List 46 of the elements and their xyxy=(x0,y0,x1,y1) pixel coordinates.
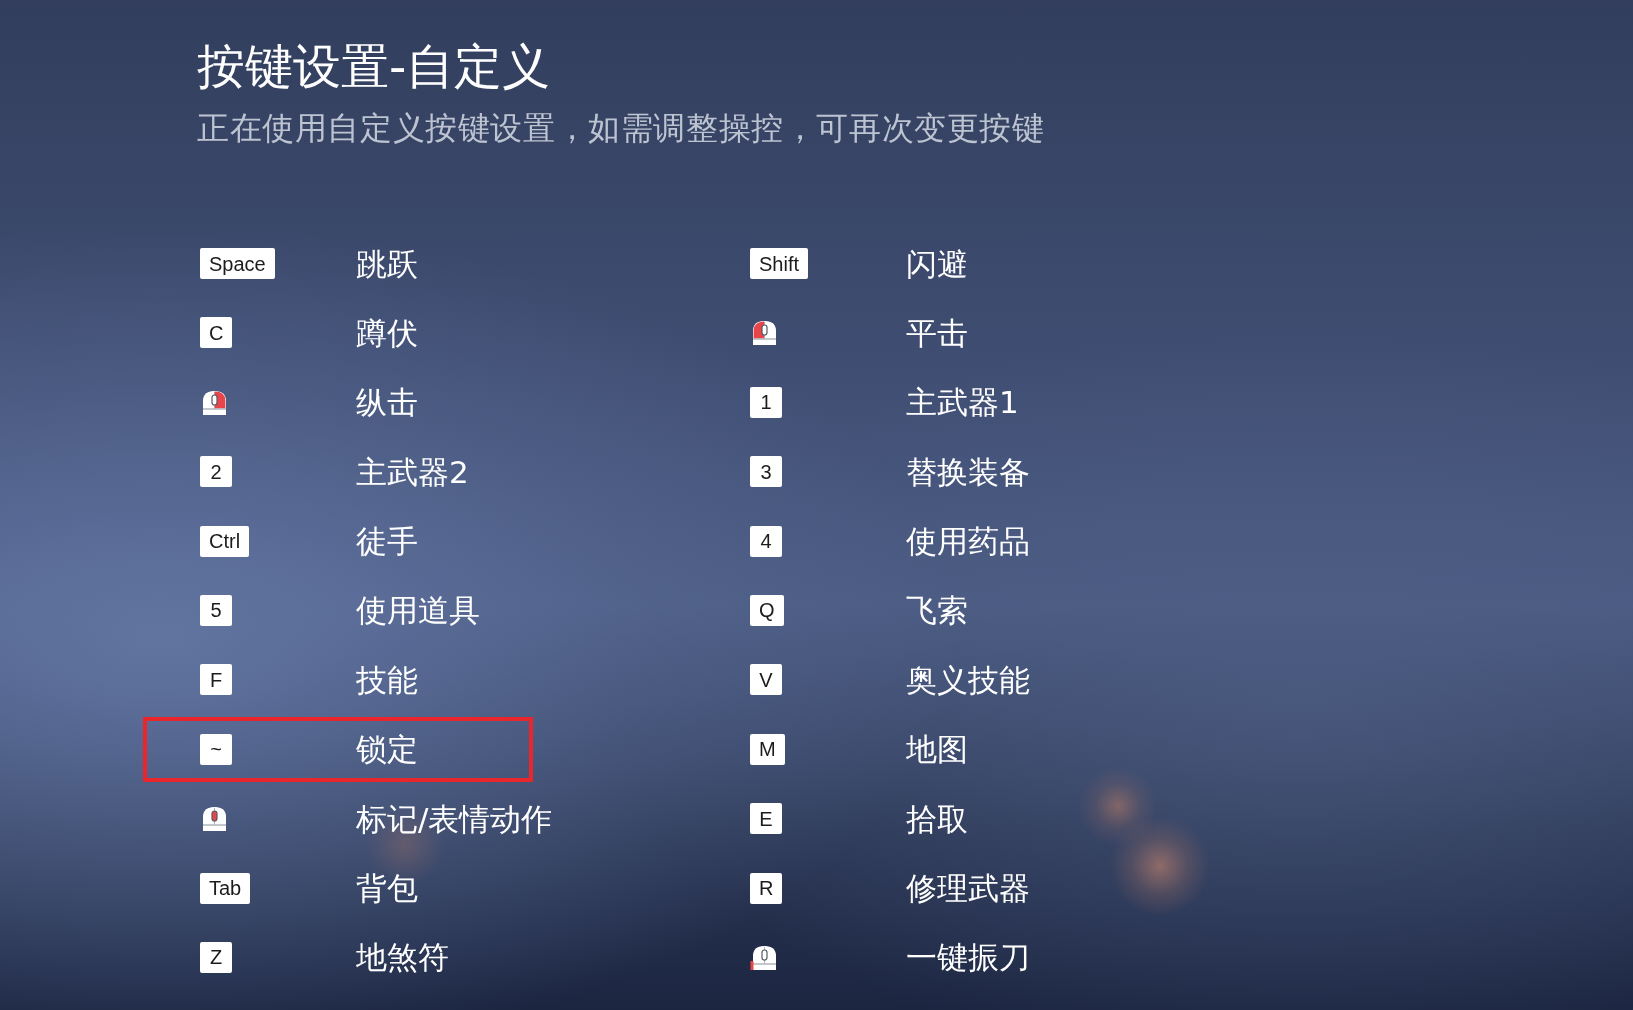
action-label: 标记/表情动作 xyxy=(356,799,553,839)
key-cap: 2 xyxy=(200,456,232,488)
key-cap: Ctrl xyxy=(200,525,250,557)
key-cap: Tab xyxy=(200,872,251,904)
key-cap: 3 xyxy=(750,456,782,488)
mouse-icon xyxy=(750,319,779,347)
key-cap: Q xyxy=(750,594,784,626)
action-label: 背包 xyxy=(356,869,418,908)
key-cap: E xyxy=(750,803,782,835)
key-cap: R xyxy=(750,872,783,904)
action-label: 蹲伏 xyxy=(356,313,418,353)
key-cap: V xyxy=(750,664,782,696)
action-label: 闪避 xyxy=(906,244,968,284)
action-label: 主武器1 xyxy=(906,383,1019,423)
action-label: 跳跃 xyxy=(356,244,418,284)
key-cap: M xyxy=(750,733,785,765)
action-label: 拾取 xyxy=(906,799,968,839)
action-label: 主武器2 xyxy=(356,452,469,492)
key-cap: C xyxy=(200,317,233,349)
action-label: 锁定 xyxy=(356,730,418,770)
action-label: 使用道具 xyxy=(356,591,480,631)
action-label: 飞索 xyxy=(906,591,968,631)
mouse-icon xyxy=(200,388,229,416)
key-cap: 1 xyxy=(750,386,782,418)
mouse-icon xyxy=(200,805,229,833)
key-cap: Shift xyxy=(750,248,809,279)
key-cap: F xyxy=(200,664,232,696)
page-subtitle: 正在使用自定义按键设置，如需调整操控，可再次变更按键 xyxy=(197,108,1046,148)
key-cap: ~ xyxy=(200,733,232,765)
action-label: 替换装备 xyxy=(906,452,1030,492)
page-title: 按键设置-自定义 xyxy=(197,37,552,96)
action-label: 徒手 xyxy=(356,522,418,562)
key-cap: 5 xyxy=(200,594,232,626)
key-cap: Space xyxy=(200,248,275,279)
mouse-icon xyxy=(750,943,779,971)
key-cap: Z xyxy=(200,941,232,973)
action-label: 平击 xyxy=(906,313,968,353)
action-label: 一键振刀 xyxy=(906,938,1030,978)
action-label: 使用药品 xyxy=(906,522,1030,562)
action-label: 技能 xyxy=(356,660,418,700)
action-label: 地图 xyxy=(906,730,968,770)
key-cap: 4 xyxy=(750,525,782,557)
action-label: 修理武器 xyxy=(906,869,1030,908)
action-label: 地煞符 xyxy=(356,938,449,978)
action-label: 纵击 xyxy=(356,383,418,423)
action-label: 奥义技能 xyxy=(906,660,1030,700)
